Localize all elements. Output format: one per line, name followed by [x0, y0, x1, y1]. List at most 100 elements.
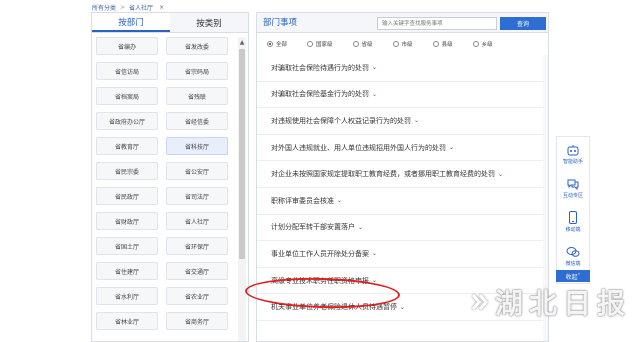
robot-icon	[567, 144, 579, 155]
matter-title: 机关事业单位养老保险退休人员待遇暂停	[271, 303, 397, 312]
department-button[interactable]: 省司法厅	[166, 187, 228, 205]
level-label: 国家级	[316, 42, 333, 48]
chevron-down-icon[interactable]: ⌄	[372, 91, 377, 98]
level-option[interactable]: 省级	[352, 40, 373, 48]
matters-header: 部门事项 查询	[257, 13, 548, 33]
search-button[interactable]: 查询	[500, 17, 546, 30]
breadcrumb-current[interactable]: 省人社厅	[129, 3, 153, 12]
level-label: 乡级	[481, 42, 493, 48]
level-label: 市级	[401, 42, 413, 48]
department-button[interactable]: 省财政厅	[96, 212, 158, 230]
phone-icon	[569, 211, 577, 224]
chevron-down-icon[interactable]: ⌄	[498, 171, 503, 178]
department-button[interactable]: 省科技厅	[166, 137, 228, 155]
collapse-button[interactable]: 收起 ˄	[556, 270, 590, 282]
matter-title: 职称评审委员会核准	[271, 196, 334, 205]
tab-by-category[interactable]: 按类别	[170, 13, 248, 32]
left-tabs: 按部门 按类别	[92, 13, 248, 33]
level-option[interactable]: 全部	[267, 40, 287, 48]
chevron-down-icon[interactable]: ⌄	[372, 64, 377, 71]
department-button[interactable]: 省编办	[96, 37, 158, 55]
matter-item[interactable]: 职称评审委员会核准 ⌄	[257, 188, 548, 215]
side-item-label: 智能助手	[562, 158, 583, 165]
chevron-down-icon[interactable]: ⌄	[337, 197, 342, 204]
department-button[interactable]: 省环保厅	[166, 237, 228, 255]
chevron-up-icon: ˄	[577, 272, 581, 280]
department-button[interactable]: 省林业厅	[96, 312, 158, 330]
level-label: 县级	[441, 42, 453, 48]
chevron-down-icon[interactable]: ⌄	[400, 304, 405, 311]
scrollbar-thumb[interactable]	[239, 49, 245, 259]
matters-panel: 部门事项 查询 全部 国家级 省级 市级 县级 乡级 对骗取社会保险待遇行为的处罚⌄对骗取…	[256, 12, 549, 342]
chevron-down-icon[interactable]: ⌄	[449, 144, 454, 151]
department-button[interactable]: 省水利厅	[96, 287, 158, 305]
matter-item[interactable]: 对外国人违规就业、用人单位违规招用外国人行为的处罚 ⌄	[257, 135, 548, 162]
department-button[interactable]: 省政府办公厅	[96, 112, 158, 130]
matter-title: 高级专业技术职务任职资格申报	[271, 276, 369, 285]
side-widget: 智能助手 互动专区 移动端 微信端	[556, 136, 590, 284]
department-button[interactable]: 省公安厅	[166, 162, 228, 180]
department-grid: 省编办 省发改委 省信访局 省宗码局 省档案局 省残联 省政府办公厅 省经信委 省教育厅 省科技厅…	[96, 37, 232, 330]
side-item-mobile[interactable]: 移动端	[557, 205, 589, 239]
level-option[interactable]: 市级	[392, 40, 413, 48]
level-option[interactable]: 乡级	[472, 40, 493, 48]
matter-item[interactable]: 计划分配军转干部安置落户 ⌄	[257, 215, 548, 242]
level-label: 全部	[276, 42, 288, 48]
breadcrumb: 所有分类 > 省人社厅 ×	[92, 2, 164, 12]
search-input[interactable]	[377, 17, 497, 30]
radio-icon[interactable]	[432, 41, 439, 47]
scroll-up-icon[interactable]: ▲	[238, 37, 246, 47]
department-button[interactable]: 省民宗委	[96, 162, 158, 180]
close-icon[interactable]: ×	[159, 4, 164, 11]
matters-scrollbar[interactable]	[543, 55, 548, 341]
breadcrumb-root[interactable]: 所有分类	[92, 3, 116, 12]
side-item-interaction[interactable]: 互动专区	[557, 171, 589, 205]
level-label: 省级	[361, 42, 373, 48]
side-item-assistant[interactable]: 智能助手	[557, 137, 589, 171]
matter-item[interactable]: 高级专业技术职务任职资格申报 ⌄	[257, 268, 548, 295]
side-item-wechat[interactable]: 微信端	[557, 239, 589, 273]
chevron-down-icon[interactable]: ⌄	[372, 277, 377, 284]
department-button[interactable]: 省教育厅	[96, 137, 158, 155]
chevron-down-icon[interactable]: ⌄	[414, 117, 419, 124]
radio-icon[interactable]	[267, 41, 273, 47]
matter-item[interactable]: 对企业未按照国家规定提取职工教育经费，或者挪用职工教育经费的处罚 ⌄	[257, 161, 548, 188]
chevron-down-icon[interactable]: ⌄	[372, 250, 377, 257]
department-button[interactable]: 省农业厅	[166, 287, 228, 305]
department-button[interactable]: 省发改委	[166, 37, 228, 55]
department-button[interactable]: 省人社厅	[166, 212, 228, 230]
side-item-label: 微信端	[565, 260, 581, 267]
matter-item[interactable]: 对骗取社会保险基金行为的处罚 ⌄	[257, 82, 548, 109]
page: 所有分类 > 省人社厅 × 按部门 按类别 省编办 省发改委 省信访局 省宗码局 省档案…	[0, 0, 640, 342]
collapse-label: 收起	[565, 273, 578, 281]
matters-title: 部门事项	[263, 18, 298, 28]
department-button[interactable]: 省国土厅	[96, 237, 158, 255]
level-option[interactable]: 国家级	[307, 40, 333, 48]
level-filter: 全部 国家级 省级 市级 县级 乡级	[267, 40, 493, 48]
department-button[interactable]: 省残联	[166, 87, 228, 105]
department-button[interactable]: 省宗码局	[166, 62, 228, 80]
matter-item[interactable]: 对骗取社会保险待遇行为的处罚 ⌄	[257, 55, 548, 82]
department-button[interactable]: 省住建厅	[96, 262, 158, 280]
radio-icon[interactable]	[472, 41, 479, 47]
department-scrollbar[interactable]: ▲	[238, 37, 246, 341]
matters-list: 对骗取社会保险待遇行为的处罚 ⌄ 对骗取社会保险基金行为的处罚 ⌄ 对违规使用社会保障个…	[257, 55, 548, 321]
department-button[interactable]: 省档案局	[96, 87, 158, 105]
matter-item[interactable]: 对违规使用社会保障个人权益记录行为的处罚 ⌄	[257, 108, 548, 135]
chevron-down-icon[interactable]: ⌄	[358, 224, 363, 231]
tab-by-department[interactable]: 按部门	[92, 13, 170, 32]
radio-icon[interactable]	[307, 41, 314, 47]
department-button[interactable]: 省民政厅	[96, 187, 158, 205]
matter-item[interactable]: 事业单位工作人员开除处分备案 ⌄	[257, 241, 548, 268]
department-button[interactable]: 省经信委	[166, 112, 228, 130]
side-item-label: 互动专区	[562, 192, 583, 199]
department-button[interactable]: 省商务厅	[166, 312, 228, 330]
matter-title: 对企业未按照国家规定提取职工教育经费，或者挪用职工教育经费的处罚	[271, 170, 495, 179]
department-button[interactable]: 省交通厅	[166, 262, 228, 280]
level-option[interactable]: 县级	[432, 40, 453, 48]
department-button[interactable]: 省信访局	[96, 62, 158, 80]
chat-icon	[567, 179, 579, 190]
radio-icon[interactable]	[352, 41, 359, 47]
matter-item[interactable]: 机关事业单位养老保险退休人员待遇暂停 ⌄	[257, 294, 548, 321]
radio-icon[interactable]	[392, 41, 399, 47]
